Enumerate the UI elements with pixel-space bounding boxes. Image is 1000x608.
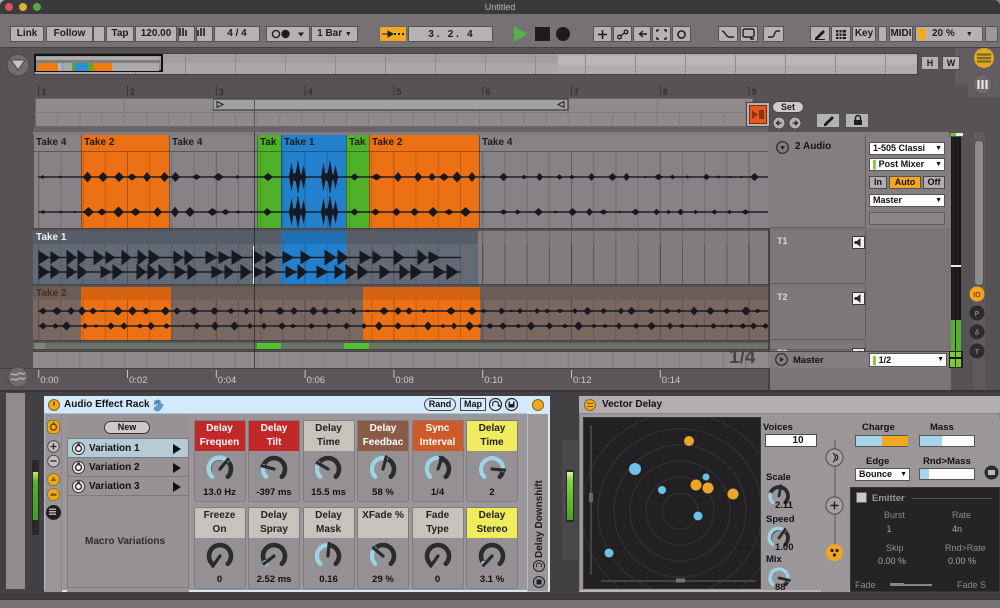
svg-text:Delay Downshift: Delay Downshift [534, 480, 545, 558]
svg-text:8: 8 [663, 87, 668, 97]
svg-text:5: 5 [396, 87, 401, 97]
svg-text:T: T [975, 349, 980, 356]
svg-text:0:10: 0:10 [484, 375, 503, 386]
svg-text:δ: δ [975, 330, 979, 337]
svg-text:0:00: 0:00 [40, 375, 59, 386]
svg-text:7: 7 [574, 87, 579, 97]
svg-text:0:14: 0:14 [662, 375, 681, 386]
svg-text:2: 2 [130, 87, 135, 97]
svg-text:3: 3 [219, 87, 224, 97]
svg-text:1: 1 [41, 87, 46, 97]
svg-text:6: 6 [485, 87, 490, 97]
svg-text:0:12: 0:12 [573, 375, 592, 386]
svg-text:P: P [975, 311, 980, 318]
svg-text:4: 4 [308, 87, 313, 97]
svg-text:0:08: 0:08 [395, 375, 414, 386]
svg-text:0:02: 0:02 [129, 375, 148, 386]
svg-text:9: 9 [752, 87, 757, 97]
svg-text:0:06: 0:06 [307, 375, 326, 386]
svg-text:0:04: 0:04 [218, 375, 237, 386]
svg-text:IO: IO [973, 292, 981, 299]
